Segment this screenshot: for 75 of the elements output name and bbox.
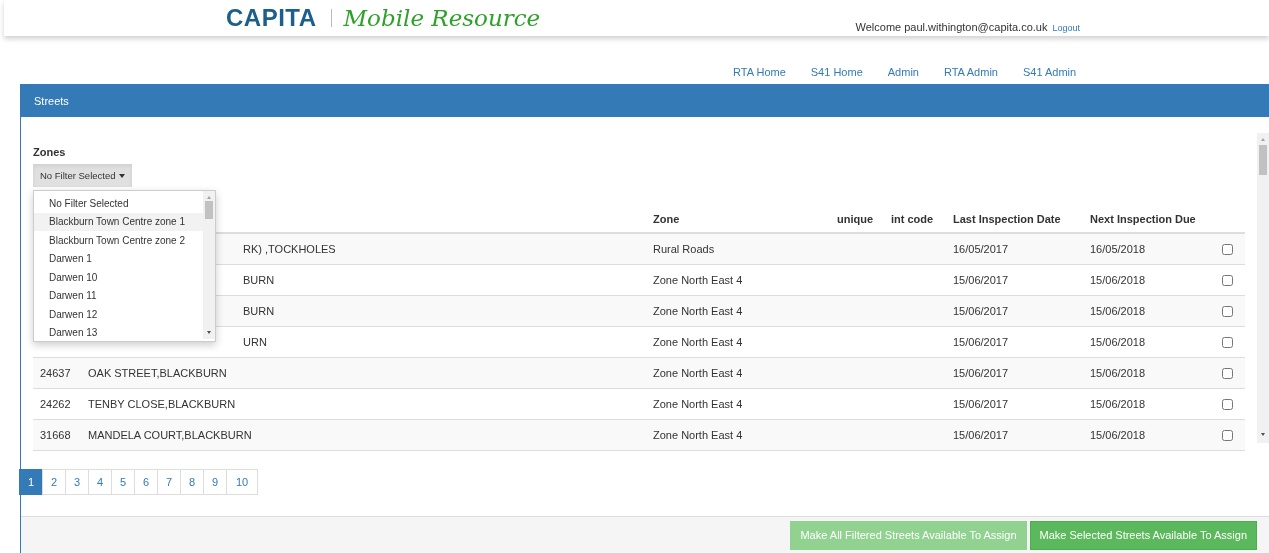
date-cell-text: 16/05/2017 [953, 243, 1010, 255]
nav-link[interactable]: Admin [887, 65, 919, 84]
page-link[interactable]: 5 [111, 469, 135, 495]
page-link[interactable]: 3 [65, 469, 89, 495]
date-cell-text: 15/06/2018 [1090, 367, 1147, 379]
date-cell-text: 15/06/2017 [953, 398, 1010, 410]
street-id-cell-text: 24637 [39, 367, 72, 379]
dropdown-option[interactable]: Blackburn Town Centre zone 2 [34, 231, 203, 250]
dropdown-option[interactable]: Darwen 1 [34, 249, 203, 268]
date-cell-text: 15/06/2017 [953, 305, 1010, 317]
street-name-cell: BURN [243, 305, 275, 317]
page-link[interactable]: 7 [157, 469, 181, 495]
caret-icon [118, 173, 125, 178]
zone-cell-text: Zone North East 4 [653, 429, 744, 441]
dropdown-option[interactable]: No Filter Selected [34, 194, 203, 213]
street-name-cell: MANDELA COURT,BLACKBURN [88, 429, 252, 441]
nav-link[interactable]: S41 Home [810, 65, 863, 84]
date-cell-text: 15/06/2017 [953, 367, 1010, 379]
assign-button[interactable]: Make Selected Streets Available To Assign [1029, 520, 1257, 550]
page-link[interactable]: 6 [134, 469, 158, 495]
date-cell-text: 15/06/2017 [953, 336, 1010, 348]
street-name-cell: BURN [243, 274, 275, 286]
dropdown-option[interactable]: Darwen 11 [34, 286, 203, 305]
street-name-cell: URN [243, 336, 267, 348]
date-cell-text: 15/06/2017 [953, 274, 1010, 286]
row-checkbox[interactable] [1222, 336, 1233, 348]
page-link[interactable]: 10 [226, 469, 258, 495]
date-cell-text: 15/06/2018 [1090, 398, 1147, 410]
zone-cell-text: Zone North East 4 [653, 305, 744, 317]
dropdown-option[interactable]: Darwen 13 [34, 323, 203, 342]
zone-cell-text: Zone North East 4 [653, 367, 744, 379]
page-link[interactable]: 9 [203, 469, 227, 495]
nav-link[interactable]: RTA Home [733, 65, 786, 84]
dropdown-option[interactable]: Darwen 10 [34, 268, 203, 287]
date-cell-text: 15/06/2018 [1090, 305, 1147, 317]
zones-label: Zones [33, 146, 67, 158]
zone-cell-text: Zone North East 4 [653, 274, 744, 286]
street-id-cell-text: 31668 [39, 429, 72, 441]
date-cell-text: 15/06/2018 [1090, 429, 1147, 441]
street-name-cell: OAK STREET,BLACKBURN [88, 367, 227, 379]
brand-logo: CAPITA [226, 3, 317, 32]
row-checkbox[interactable] [1222, 398, 1233, 410]
row-checkbox[interactable] [1222, 274, 1233, 286]
logout-link[interactable]: Logout [1052, 22, 1080, 33]
row-checkbox[interactable] [1222, 305, 1233, 317]
nav-link[interactable]: RTA Admin [943, 65, 998, 84]
panel-header: Streets [21, 84, 1269, 117]
column-header: Last Inspection Date [953, 212, 1062, 225]
page-link[interactable]: 4 [88, 469, 112, 495]
zone-cell-text: Zone North East 4 [653, 336, 744, 348]
column-header: int code [891, 212, 935, 225]
street-id-cell-text: 24262 [39, 398, 72, 410]
street-name-cell: RK) ,TOCKHOLES [243, 243, 336, 255]
zone-filter-dropdown[interactable]: No Filter Selected [33, 164, 132, 187]
row-checkbox[interactable] [1222, 367, 1233, 379]
welcome-text: Welcome paul.withington@capita.co.uk [855, 20, 1048, 33]
dropdown-option[interactable]: Blackburn Town Centre zone 1 [34, 212, 203, 231]
row-checkbox[interactable] [1222, 243, 1233, 255]
nav-link[interactable]: S41 Admin [1022, 65, 1077, 84]
zone-cell-text: Rural Roads [653, 243, 716, 255]
date-cell-text: 15/06/2018 [1090, 274, 1147, 286]
page-link[interactable]: 2 [42, 469, 66, 495]
page-link[interactable]: 8 [180, 469, 204, 495]
street-name-cell: TENBY CLOSE,BLACKBURN [88, 398, 236, 410]
date-cell-text: 15/06/2018 [1090, 336, 1147, 348]
product-logo: Mobile Resource [343, 4, 541, 31]
column-header: Zone [653, 212, 681, 225]
dropdown-option[interactable]: Darwen 12 [34, 305, 203, 324]
column-header: Next Inspection Due [1090, 212, 1197, 225]
row-checkbox[interactable] [1222, 429, 1233, 441]
page-link[interactable]: 1 [19, 469, 43, 495]
column-header: unique [837, 212, 875, 225]
date-cell-text: 15/06/2017 [953, 429, 1010, 441]
zone-cell-text: Zone North East 4 [653, 398, 744, 410]
date-cell-text: 16/05/2018 [1090, 243, 1147, 255]
